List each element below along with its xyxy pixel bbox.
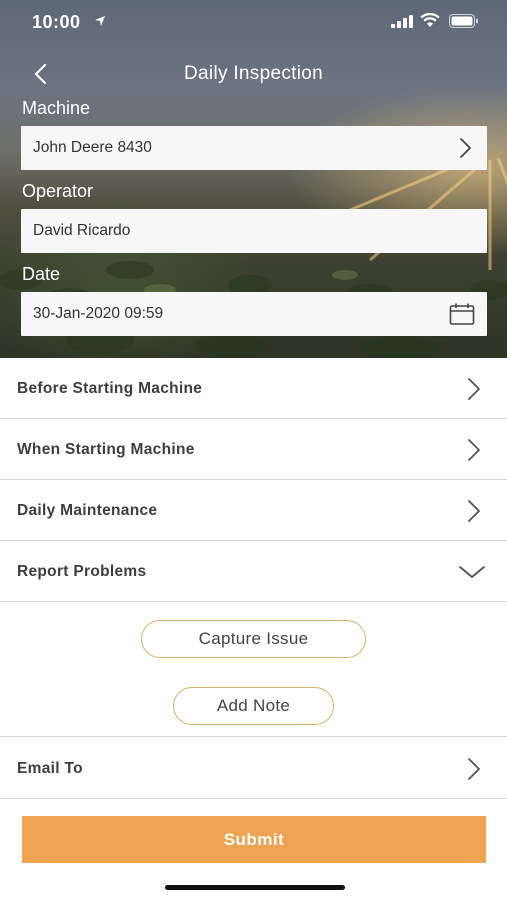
- section-label: Daily Maintenance: [17, 502, 158, 519]
- capture-issue-button[interactable]: Capture Issue: [141, 620, 366, 658]
- date-field[interactable]: 30-Jan-2020 09:59: [21, 292, 487, 336]
- calendar-icon[interactable]: [449, 302, 475, 326]
- section-when-starting-machine[interactable]: When Starting Machine: [0, 419, 507, 480]
- chevron-down-icon: [459, 566, 485, 578]
- section-label: When Starting Machine: [17, 441, 195, 458]
- chevron-right-icon: [460, 138, 471, 158]
- machine-field[interactable]: John Deere 8430: [21, 126, 487, 170]
- section-before-starting-machine[interactable]: Before Starting Machine: [0, 358, 507, 419]
- status-time: 10:00: [32, 12, 81, 32]
- report-problems-panel: Capture Issue Add Note: [0, 603, 507, 737]
- operator-value: David Ricardo: [33, 222, 131, 239]
- section-daily-maintenance[interactable]: Daily Maintenance: [0, 480, 507, 541]
- operator-field[interactable]: David Ricardo: [21, 209, 487, 253]
- email-to-label: Email To: [17, 760, 83, 777]
- machine-value: John Deere 8430: [33, 139, 152, 156]
- email-to-row[interactable]: Email To: [0, 738, 507, 799]
- date-label: Date: [22, 264, 61, 284]
- section-label: Report Problems: [17, 563, 147, 580]
- cellular-signal-icon: [391, 15, 413, 28]
- operator-label: Operator: [22, 181, 94, 201]
- status-bar: 10:00: [0, 0, 507, 44]
- section-label: Before Starting Machine: [17, 380, 203, 397]
- wifi-icon: [420, 13, 440, 27]
- section-report-problems[interactable]: Report Problems: [0, 541, 507, 602]
- home-indicator[interactable]: [165, 885, 345, 890]
- battery-icon: [449, 14, 478, 28]
- chevron-right-icon: [468, 439, 480, 461]
- date-value: 30-Jan-2020 09:59: [33, 305, 164, 322]
- location-arrow-icon: [95, 16, 105, 26]
- chevron-right-icon: [468, 500, 480, 522]
- page-title: Daily Inspection: [184, 63, 323, 84]
- machine-label: Machine: [22, 98, 91, 118]
- chevron-right-icon: [468, 758, 480, 780]
- submit-button[interactable]: Submit: [22, 816, 486, 863]
- add-note-button[interactable]: Add Note: [173, 687, 334, 725]
- chevron-right-icon: [468, 378, 480, 400]
